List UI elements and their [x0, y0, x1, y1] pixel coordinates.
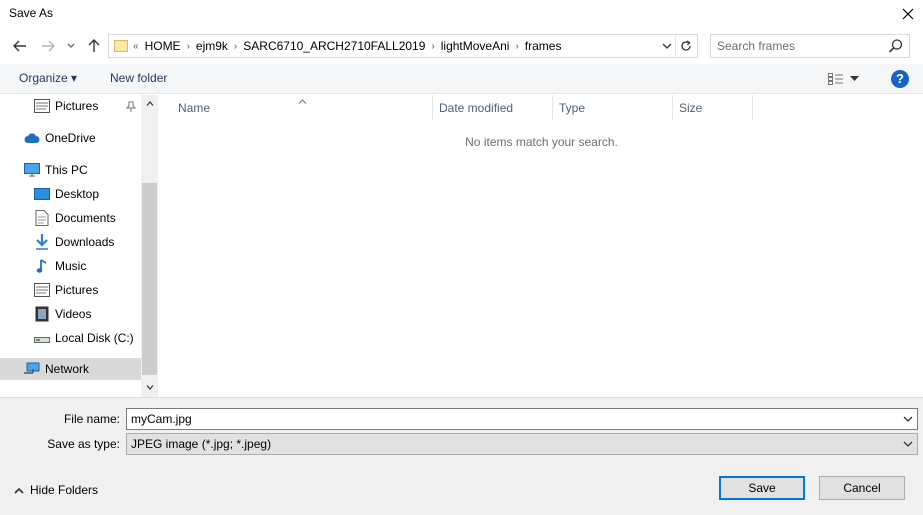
column-header-size[interactable]: Size: [673, 95, 753, 120]
scroll-up-button[interactable]: [141, 95, 158, 112]
scroll-thumb[interactable]: [142, 183, 157, 375]
save-type-dropdown-button[interactable]: [901, 437, 915, 451]
change-view-button[interactable]: [828, 71, 864, 87]
refresh-button[interactable]: [675, 36, 695, 56]
scroll-down-button[interactable]: [141, 379, 158, 396]
hide-folders-label: Hide Folders: [30, 483, 99, 497]
nav-item-label: Documents: [55, 211, 116, 225]
pictures-icon: [34, 282, 50, 298]
arrow-right-icon: [42, 40, 55, 52]
nav-item-label: Network: [45, 362, 90, 376]
nav-item-pictures[interactable]: Pictures: [34, 279, 141, 301]
nav-item-label: OneDrive: [45, 131, 96, 145]
cancel-button[interactable]: Cancel: [819, 476, 905, 500]
nav-item-label: Pictures: [55, 283, 99, 297]
nav-item-label: Pictures: [55, 99, 99, 113]
breadcrumb-ejm9k[interactable]: ejm9k: [190, 39, 234, 53]
file-name-combobox[interactable]: [126, 408, 918, 430]
this-pc-icon: [24, 162, 40, 178]
file-name-dropdown-button[interactable]: [901, 412, 915, 426]
window-title: Save As: [9, 6, 54, 20]
chevron-down-icon: [67, 43, 75, 48]
close-button[interactable]: [893, 0, 923, 28]
search-input[interactable]: [717, 38, 877, 54]
chevron-down-icon: [662, 43, 672, 49]
chevron-up-icon: [146, 101, 153, 106]
chevron-down-icon: [146, 385, 153, 390]
folder-icon: [114, 40, 128, 52]
nav-item-label: Desktop: [55, 187, 100, 201]
breadcrumb-lightmoveani[interactable]: lightMoveAni: [435, 39, 516, 53]
nav-item-network[interactable]: Network: [0, 358, 141, 380]
nav-item-desktop[interactable]: Desktop: [34, 183, 141, 205]
nav-item-videos[interactable]: Videos: [34, 303, 141, 325]
column-header-name[interactable]: Name: [158, 95, 433, 120]
search-box[interactable]: [710, 34, 910, 58]
navigation-pane: Pictures OneDrive This PC Desktop Docume…: [0, 95, 158, 397]
breadcrumb-home[interactable]: HOME: [139, 39, 187, 53]
nav-item-onedrive[interactable]: OneDrive: [24, 127, 141, 149]
up-button[interactable]: [84, 36, 104, 56]
local-disk-icon: [34, 330, 50, 346]
nav-scrollbar[interactable]: [141, 95, 158, 397]
breadcrumb: « HOME › ejm9k › SARC6710_ARCH2710FALL20…: [133, 39, 567, 53]
file-name-label: File name:: [63, 412, 120, 426]
details-view-icon: [828, 73, 843, 85]
address-bar[interactable]: « HOME › ejm9k › SARC6710_ARCH2710FALL20…: [108, 34, 698, 58]
forward-button[interactable]: [38, 36, 58, 56]
title-bar: Save As: [0, 0, 923, 28]
refresh-icon: [680, 40, 691, 51]
save-type-label: Save as type:: [47, 437, 120, 451]
column-header-date-modified[interactable]: Date modified: [433, 95, 553, 120]
close-icon: [902, 8, 914, 20]
search-icon[interactable]: [888, 38, 904, 54]
nav-item-music[interactable]: Music: [34, 255, 141, 277]
hide-folders-button[interactable]: Hide Folders: [14, 483, 98, 497]
nav-item-label: Videos: [55, 307, 92, 321]
nav-item-label: Music: [55, 259, 87, 273]
back-button[interactable]: [10, 36, 30, 56]
arrow-left-icon: [13, 40, 26, 52]
navigation-bar: « HOME › ejm9k › SARC6710_ARCH2710FALL20…: [0, 30, 923, 62]
new-folder-button[interactable]: New folder: [110, 71, 167, 85]
nav-item-local-disk[interactable]: Local Disk (C:): [34, 327, 141, 349]
nav-item-label: This PC: [45, 163, 88, 177]
music-icon: [34, 258, 50, 274]
file-name-input[interactable]: [131, 411, 891, 427]
column-header-type[interactable]: Type: [553, 95, 673, 120]
chevron-down-icon: [903, 441, 913, 447]
desktop-icon: [34, 186, 50, 202]
empty-message: No items match your search.: [465, 135, 618, 149]
save-button[interactable]: Save: [719, 476, 805, 500]
file-list[interactable]: Name Date modified Type Size No items ma…: [158, 95, 923, 397]
network-icon: [24, 361, 40, 377]
onedrive-icon: [24, 130, 40, 146]
documents-icon: [34, 210, 50, 226]
nav-item-this-pc[interactable]: This PC: [24, 159, 141, 181]
recent-locations-button[interactable]: [64, 36, 78, 56]
chevron-up-icon: [14, 487, 24, 494]
help-button[interactable]: ?: [891, 70, 909, 88]
nav-item-label: Downloads: [55, 235, 115, 249]
command-bar: Organize ▾ New folder ?: [0, 64, 923, 94]
nav-item-label: Local Disk (C:): [55, 331, 134, 345]
address-dropdown-button[interactable]: [661, 39, 673, 53]
save-type-select[interactable]: JPEG image (*.jpg; *.jpeg): [126, 433, 918, 455]
nav-item-pictures-quick[interactable]: Pictures: [34, 95, 141, 117]
nav-item-downloads[interactable]: Downloads: [34, 231, 141, 253]
arrow-up-icon: [88, 39, 100, 52]
downloads-icon: [34, 234, 50, 250]
breadcrumb-course[interactable]: SARC6710_ARCH2710FALL2019: [237, 39, 431, 53]
caret-down-icon: [850, 76, 859, 81]
pictures-icon: [34, 98, 50, 114]
organize-button[interactable]: Organize ▾: [19, 71, 77, 85]
nav-item-documents[interactable]: Documents: [34, 207, 141, 229]
pin-icon: [125, 101, 137, 116]
save-type-value: JPEG image (*.jpg; *.jpeg): [131, 437, 272, 451]
breadcrumb-frames[interactable]: frames: [519, 39, 568, 53]
videos-icon: [34, 306, 50, 322]
chevron-down-icon: [903, 416, 913, 422]
save-form: File name: Save as type: JPEG image (*.j…: [0, 397, 923, 515]
